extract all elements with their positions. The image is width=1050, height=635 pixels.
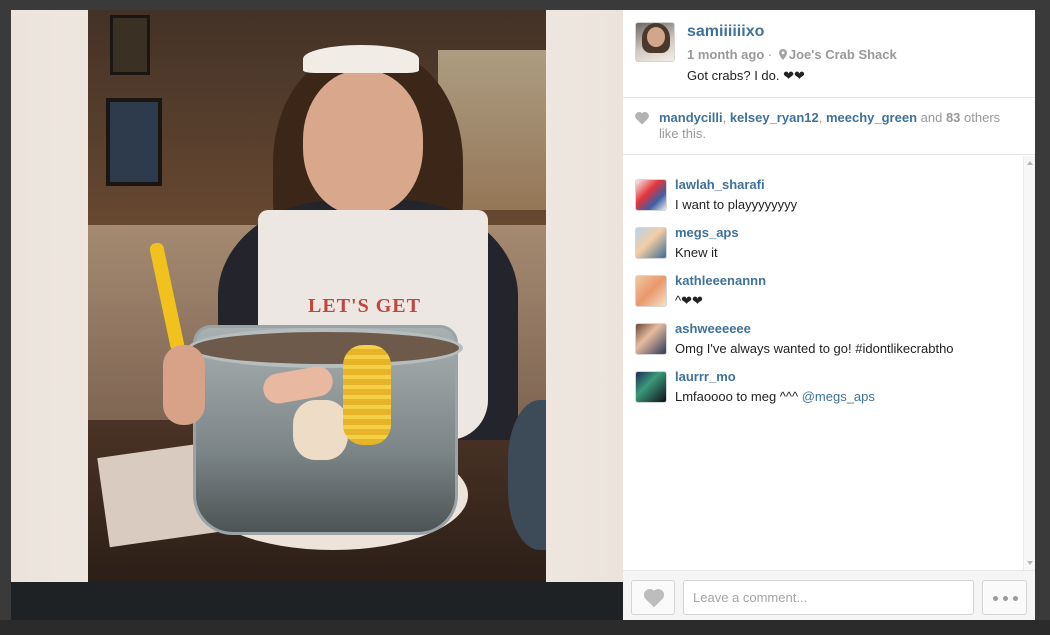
photo-bib-text: LET'S GET bbox=[308, 295, 421, 317]
comment-text: ^❤❤ bbox=[675, 293, 703, 308]
page-backdrop-strip bbox=[0, 620, 1050, 635]
photo-headband bbox=[303, 45, 419, 73]
likes-suffix-line2: like this. bbox=[659, 126, 706, 141]
comment-mention-link[interactable]: @megs_aps bbox=[802, 389, 875, 404]
ellipsis-icon bbox=[1003, 596, 1008, 601]
photo-frame: LET'S GET bbox=[11, 10, 623, 582]
post-time[interactable]: 1 month ago bbox=[687, 47, 764, 62]
comment-username[interactable]: kathleeenannn bbox=[675, 273, 766, 288]
likes-separator: , bbox=[722, 110, 730, 125]
post-caption: Got crabs? I do. ❤❤ bbox=[687, 68, 805, 83]
photo-wall-frame bbox=[106, 98, 162, 186]
list-item: lawlah_sharafi I want to playyyyyyyy bbox=[635, 168, 1020, 212]
photo-corn bbox=[343, 345, 391, 445]
photo-crab-shell bbox=[293, 400, 348, 460]
list-item: kathleeenannn ^❤❤ bbox=[635, 264, 1020, 308]
comment-username[interactable]: ashweeeeee bbox=[675, 321, 751, 336]
post-meta: 1 month ago · Joe's Crab Shack bbox=[687, 47, 897, 62]
photo-hand bbox=[163, 345, 205, 425]
liker-link[interactable]: mandycilli bbox=[659, 110, 723, 125]
likes-text: mandycilli, kelsey_ryan12, meechy_green … bbox=[659, 110, 1029, 142]
likes-suffix: others bbox=[960, 110, 1001, 125]
post-photo[interactable]: LET'S GET bbox=[88, 10, 546, 582]
comment-text: Omg I've always wanted to go! #idontlike… bbox=[675, 341, 954, 356]
comment-input[interactable] bbox=[683, 580, 974, 615]
likes-and: and bbox=[917, 110, 946, 125]
avatar[interactable] bbox=[635, 227, 667, 259]
post-side-panel: samiiiiiixo 1 month ago · Joe's Crab Sha… bbox=[623, 10, 1035, 620]
comment-text: Lmfaoooo to meg ^^^ @megs_aps bbox=[675, 389, 875, 404]
avatar[interactable] bbox=[635, 275, 667, 307]
liker-link[interactable]: kelsey_ryan12 bbox=[730, 110, 819, 125]
photo-panel: LET'S GET bbox=[11, 10, 623, 620]
scroll-up-arrow-icon[interactable] bbox=[1027, 161, 1033, 165]
liker-link[interactable]: meechy_green bbox=[826, 110, 917, 125]
comment-footer bbox=[623, 570, 1035, 620]
likes-separator: , bbox=[818, 110, 826, 125]
comments-list: lawlah_sharafi I want to playyyyyyyy meg… bbox=[623, 156, 1023, 570]
heart-icon bbox=[643, 589, 665, 608]
likes-count[interactable]: 83 bbox=[946, 110, 960, 125]
comment-text-body: Lmfaoooo to meg ^^^ bbox=[675, 389, 802, 404]
comment-text: Knew it bbox=[675, 245, 718, 260]
post-username[interactable]: samiiiiiixo bbox=[687, 23, 764, 41]
avatar-face bbox=[647, 27, 665, 47]
ellipsis-icon bbox=[1013, 596, 1018, 601]
ellipsis-icon bbox=[993, 596, 998, 601]
meta-separator: · bbox=[767, 47, 773, 62]
photo-bucket-rim bbox=[188, 328, 463, 368]
avatar[interactable] bbox=[635, 179, 667, 211]
post-header: samiiiiiixo 1 month ago · Joe's Crab Sha… bbox=[623, 10, 1035, 98]
heart-icon bbox=[635, 112, 649, 125]
photo-face bbox=[303, 70, 423, 215]
post-location[interactable]: Joe's Crab Shack bbox=[789, 47, 897, 62]
avatar[interactable] bbox=[635, 323, 667, 355]
more-options-button[interactable] bbox=[982, 580, 1027, 615]
pin-icon bbox=[778, 48, 787, 60]
scroll-down-arrow-icon[interactable] bbox=[1027, 561, 1033, 565]
comment-username[interactable]: lawlah_sharafi bbox=[675, 177, 765, 192]
list-item: megs_aps Knew it bbox=[635, 216, 1020, 260]
comment-text: I want to playyyyyyyy bbox=[675, 197, 798, 212]
avatar[interactable] bbox=[635, 22, 675, 62]
list-item: ashweeeeee Omg I've always wanted to go!… bbox=[635, 312, 1020, 356]
list-item: laurrr_mo Lmfaoooo to meg ^^^ @megs_aps bbox=[635, 360, 1020, 404]
photo-wall-frame-top bbox=[110, 15, 150, 75]
comment-username[interactable]: megs_aps bbox=[675, 225, 739, 240]
avatar[interactable] bbox=[635, 371, 667, 403]
like-button[interactable] bbox=[631, 580, 675, 615]
comments-scrollbar[interactable] bbox=[1023, 156, 1035, 570]
comment-username[interactable]: laurrr_mo bbox=[675, 369, 736, 384]
